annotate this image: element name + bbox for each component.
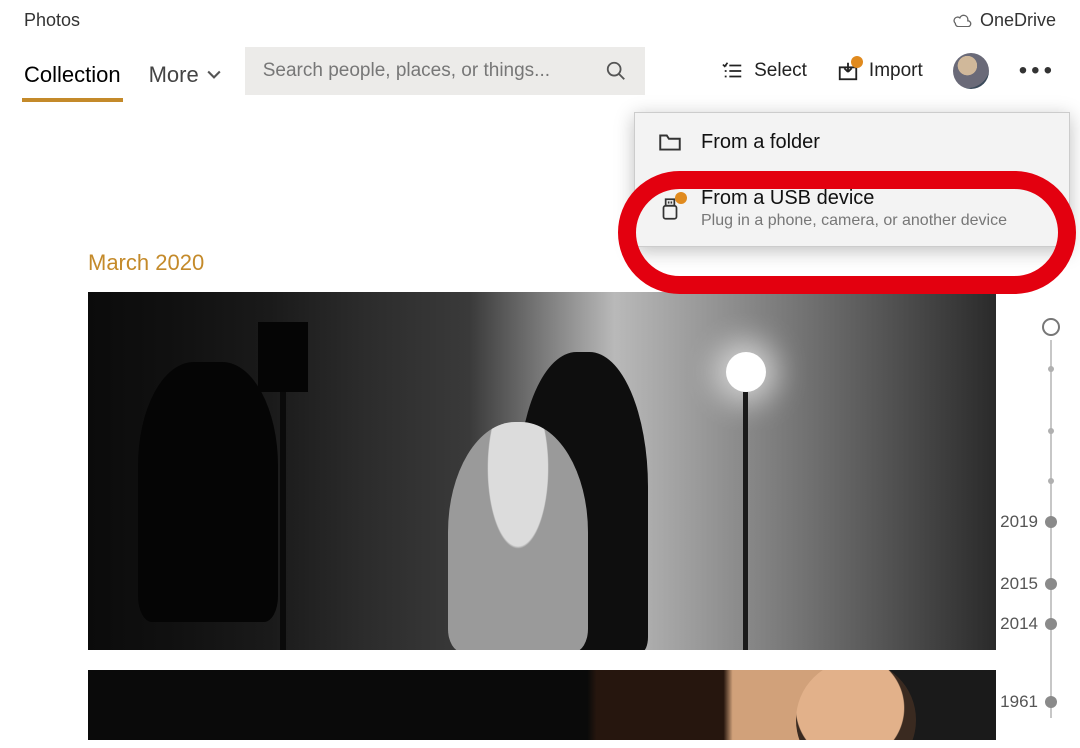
more-options-button[interactable]: •••: [1019, 57, 1056, 85]
folder-icon: [657, 129, 683, 155]
select-label: Select: [754, 60, 807, 82]
collection-content: March 2020: [88, 250, 998, 740]
app-title: Photos: [24, 10, 80, 31]
usb-icon: [657, 196, 683, 222]
import-from-folder[interactable]: From a folder: [635, 113, 1069, 171]
select-button[interactable]: Select: [722, 60, 807, 82]
select-icon: [722, 60, 744, 82]
onedrive-label: OneDrive: [980, 10, 1056, 31]
search-icon: [605, 60, 627, 82]
import-folder-label: From a folder: [701, 131, 820, 154]
tab-more-label: More: [149, 62, 199, 88]
timeline-track: [1050, 340, 1052, 718]
usb-badge-icon: [675, 192, 687, 204]
search-box[interactable]: [245, 47, 645, 95]
search-input[interactable]: [263, 60, 591, 82]
import-button[interactable]: Import: [837, 60, 923, 82]
timeline-year-label[interactable]: 2015: [1000, 574, 1038, 594]
timeline-tick: [1048, 428, 1054, 434]
tab-more[interactable]: More: [149, 62, 221, 102]
import-usb-label: From a USB device: [701, 187, 1007, 210]
timeline-year-label[interactable]: 2019: [1000, 512, 1038, 532]
import-icon: [837, 60, 859, 82]
photo-thumbnail-2[interactable]: [88, 670, 996, 740]
timeline-current-marker[interactable]: [1042, 318, 1060, 336]
timeline-tick: [1048, 478, 1054, 484]
import-dropdown: From a folder From a USB device Plug in …: [634, 112, 1070, 247]
import-usb-subtitle: Plug in a phone, camera, or another devi…: [701, 212, 1007, 230]
import-from-usb[interactable]: From a USB device Plug in a phone, camer…: [635, 171, 1069, 246]
timeline-year-label[interactable]: 2014: [1000, 614, 1038, 634]
import-label: Import: [869, 60, 923, 82]
timeline-tick: [1048, 366, 1054, 372]
tab-collection[interactable]: Collection: [24, 62, 121, 102]
timeline-year-marker[interactable]: [1045, 618, 1057, 630]
timeline-year-marker[interactable]: [1045, 696, 1057, 708]
cloud-icon: [952, 13, 972, 27]
import-badge-icon: [851, 56, 863, 68]
month-header[interactable]: March 2020: [88, 250, 998, 276]
timeline-year-marker[interactable]: [1045, 516, 1057, 528]
user-avatar[interactable]: [953, 53, 989, 89]
timeline-year-label[interactable]: 1961: [1000, 692, 1038, 712]
timeline-scrubber[interactable]: 2019 2015 2014 1961: [1010, 318, 1062, 718]
onedrive-status[interactable]: OneDrive: [952, 10, 1056, 31]
timeline-year-marker[interactable]: [1045, 578, 1057, 590]
photo-thumbnail-1[interactable]: [88, 292, 996, 650]
chevron-down-icon: [207, 68, 221, 82]
